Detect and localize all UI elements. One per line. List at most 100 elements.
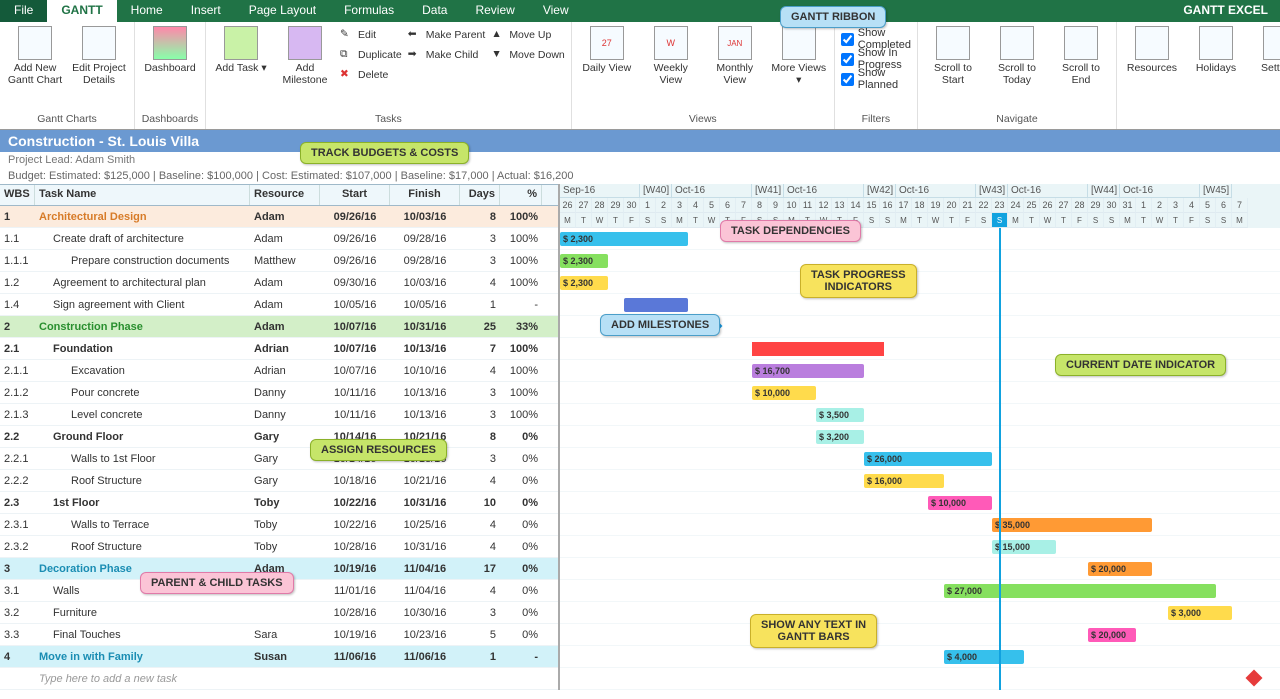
scroll-to-today-button[interactable]: Scroll to Today — [988, 26, 1046, 86]
milestone-diamond[interactable] — [1246, 670, 1263, 687]
menu-formulas[interactable]: Formulas — [330, 0, 408, 22]
timeline-dow: S — [656, 213, 672, 228]
task-row[interactable]: 2.2.1Walls to 1st FloorGary10/14/1610/18… — [0, 448, 558, 470]
timeline-month: Oct-16 — [1120, 184, 1200, 198]
menu-page-layout[interactable]: Page Layout — [235, 0, 330, 22]
edit-task-button[interactable]: ✎Edit — [340, 26, 402, 44]
resources-button[interactable]: Resources — [1123, 26, 1181, 74]
more-views-button[interactable]: More Views ▾ — [770, 26, 828, 86]
timeline-date: 6 — [720, 198, 736, 213]
menu-review[interactable]: Review — [461, 0, 528, 22]
weekly-view-button[interactable]: WWeekly View — [642, 26, 700, 86]
timeline-date: 3 — [1168, 198, 1184, 213]
make-parent-button[interactable]: ⬅Make Parent — [408, 26, 486, 44]
add-task-button[interactable]: Add Task ▾ — [212, 26, 270, 74]
task-row[interactable]: 2.3.2Roof StructureToby10/28/1610/31/164… — [0, 536, 558, 558]
gantt-bar[interactable]: $ 27,000 — [944, 584, 1216, 598]
task-row[interactable]: 2.31st FloorToby10/22/1610/31/16100% — [0, 492, 558, 514]
menu-file[interactable]: File — [0, 0, 47, 22]
menu-view[interactable]: View — [529, 0, 583, 22]
scroll-to-start-button[interactable]: Scroll to Start — [924, 26, 982, 86]
scroll-to-end-button[interactable]: Scroll to End — [1052, 26, 1110, 86]
task-row[interactable]: 3.3Final TouchesSara10/19/1610/23/1650% — [0, 624, 558, 646]
gantt-bar[interactable]: $ 3,500 — [816, 408, 864, 422]
new-task-placeholder[interactable]: Type here to add a new task — [35, 671, 250, 687]
col-resource[interactable]: Resource — [250, 185, 320, 205]
task-row[interactable]: 1.4Sign agreement with ClientAdam10/05/1… — [0, 294, 558, 316]
new-task-row[interactable]: Type here to add a new task — [0, 668, 558, 690]
group-label: Gantt Charts — [37, 113, 97, 127]
timeline-date: 1 — [1136, 198, 1152, 213]
task-row[interactable]: 2.1.3Level concreteDanny10/11/1610/13/16… — [0, 404, 558, 426]
col-days[interactable]: Days — [460, 185, 500, 205]
task-row[interactable]: 1.2Agreement to architectural planAdam09… — [0, 272, 558, 294]
task-row[interactable]: 2.2.2Roof StructureGary10/18/1610/21/164… — [0, 470, 558, 492]
add-new-gantt-chart-button[interactable]: Add New Gantt Chart — [6, 26, 64, 86]
gantt-bar[interactable]: $ 10,000 — [752, 386, 816, 400]
col-pct[interactable]: % — [500, 185, 542, 205]
timeline-date: 5 — [1200, 198, 1216, 213]
gantt-bar[interactable]: $ 20,000 — [1088, 562, 1152, 576]
task-row[interactable]: 2.3.1Walls to TerraceToby10/22/1610/25/1… — [0, 514, 558, 536]
gantt-bar[interactable]: $ 3,200 — [816, 430, 864, 444]
show-planned-check[interactable]: Show Planned — [841, 70, 911, 88]
gantt-bar[interactable]: $ 4,000 — [944, 650, 1024, 664]
timeline-dow: S — [640, 213, 656, 228]
task-row[interactable]: 3.2Furniture10/28/1610/30/1630% — [0, 602, 558, 624]
task-row[interactable]: 2Construction PhaseAdam10/07/1610/31/162… — [0, 316, 558, 338]
move-up-button[interactable]: ▲Move Up — [491, 26, 564, 44]
task-row[interactable]: 4Move in with FamilySusan11/06/1611/06/1… — [0, 646, 558, 668]
task-row[interactable]: 1Architectural DesignAdam09/26/1610/03/1… — [0, 206, 558, 228]
timeline-date: 13 — [832, 198, 848, 213]
task-row[interactable]: 2.1.2Pour concreteDanny10/11/1610/13/163… — [0, 382, 558, 404]
group-views: 27Daily View WWeekly View JANMonthly Vie… — [572, 22, 835, 129]
dashboard-button[interactable]: Dashboard — [141, 26, 199, 74]
task-row[interactable]: 2.1.1ExcavationAdrian10/07/1610/10/16410… — [0, 360, 558, 382]
gantt-lane: $ 10,000 — [560, 382, 1280, 404]
timeline-dow: F — [1072, 213, 1088, 228]
gantt-bar[interactable]: $ 35,000 — [992, 518, 1152, 532]
gantt-bar[interactable]: $ 10,000 — [928, 496, 992, 510]
task-row[interactable]: 2.2Ground FloorGary10/14/1610/21/1680% — [0, 426, 558, 448]
col-start[interactable]: Start — [320, 185, 390, 205]
delete-task-button[interactable]: ✖Delete — [340, 66, 402, 84]
gantt-bar[interactable]: $ 15,000 — [992, 540, 1056, 554]
gantt-bar[interactable]: $ 20,000 — [1088, 628, 1136, 642]
menu-insert[interactable]: Insert — [177, 0, 235, 22]
callout-bartext: SHOW ANY TEXT IN GANTT BARS — [750, 614, 877, 648]
gantt-bar[interactable]: $ 2,300 — [560, 232, 688, 246]
col-task[interactable]: Task Name — [35, 185, 250, 205]
scroll-end-icon — [1064, 26, 1098, 60]
gantt-bar[interactable]: $ 3,000 — [1168, 606, 1232, 620]
daily-view-button[interactable]: 27Daily View — [578, 26, 636, 74]
add-milestone-button[interactable]: Add Milestone — [276, 26, 334, 86]
settings-button[interactable]: Settings — [1251, 26, 1280, 74]
menu-gantt[interactable]: GANTT — [47, 0, 116, 22]
make-child-button[interactable]: ➡Make Child — [408, 46, 486, 64]
timeline-dow: T — [1136, 213, 1152, 228]
gantt-bar[interactable]: $ 2,300 — [560, 254, 608, 268]
gantt-bar[interactable]: $ 26,000 — [864, 452, 992, 466]
edit-project-details-button[interactable]: Edit Project Details — [70, 26, 128, 86]
menu-data[interactable]: Data — [408, 0, 461, 22]
monthly-view-button[interactable]: JANMonthly View — [706, 26, 764, 86]
gantt-bar[interactable]: $ 16,700 — [752, 364, 864, 378]
menu-home[interactable]: Home — [117, 0, 177, 22]
callout-budgets: TRACK BUDGETS & COSTS — [300, 142, 469, 164]
task-row[interactable]: 1.1Create draft of architectureAdam09/26… — [0, 228, 558, 250]
gantt-bar[interactable]: $ 16,000 — [864, 474, 944, 488]
show-in-progress-check[interactable]: Show In Progress — [841, 50, 911, 68]
duplicate-task-button[interactable]: ⧉Duplicate — [340, 46, 402, 64]
gantt-bar[interactable] — [624, 298, 688, 312]
col-finish[interactable]: Finish — [390, 185, 460, 205]
holidays-button[interactable]: Holidays — [1187, 26, 1245, 74]
col-wbs[interactable]: WBS — [0, 185, 35, 205]
move-down-button[interactable]: ▼Move Down — [491, 46, 564, 64]
task-row[interactable]: 1.1.1Prepare construction documentsMatth… — [0, 250, 558, 272]
show-completed-check[interactable]: Show Completed — [841, 30, 911, 48]
task-row[interactable]: 2.1FoundationAdrian10/07/1610/13/167100% — [0, 338, 558, 360]
timeline-month: Sep-16 — [560, 184, 640, 198]
gantt-bar[interactable]: $ 2,300 — [560, 276, 608, 290]
edit-icon: ✎ — [340, 28, 354, 42]
timeline-dow: S — [1104, 213, 1120, 228]
